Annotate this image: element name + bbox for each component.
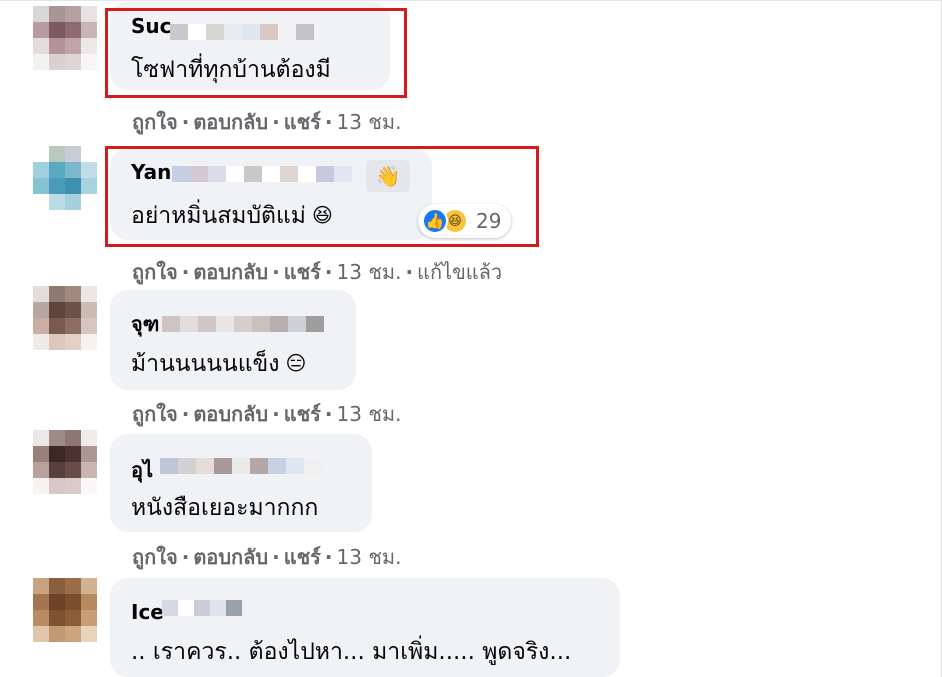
like-action[interactable]: ถูกใจ	[132, 545, 178, 569]
redacted-name-blur	[172, 166, 352, 182]
avatar[interactable]	[33, 578, 97, 642]
avatar[interactable]	[33, 286, 97, 350]
author-name[interactable]: Ice	[131, 600, 164, 624]
timestamp[interactable]: 13 ชม.	[337, 260, 402, 284]
redacted-name-blur	[160, 458, 322, 474]
timestamp[interactable]: 13 ชม.	[337, 545, 402, 569]
like-action[interactable]: ถูกใจ	[132, 402, 178, 426]
redacted-name-blur	[170, 24, 314, 40]
reply-action[interactable]: ตอบกลับ	[193, 545, 268, 569]
edited-label[interactable]: แก้ไขแล้ว	[417, 260, 502, 284]
avatar[interactable]	[33, 146, 97, 210]
expressionless-emoji-icon: 😑	[285, 351, 307, 375]
reply-action[interactable]: ตอบกลับ	[193, 260, 268, 284]
share-action[interactable]: แชร์	[284, 260, 321, 284]
timestamp[interactable]: 13 ชม.	[337, 402, 402, 426]
comment-text-content: อย่าหมิ่นสมบัติแม่	[131, 203, 306, 229]
comment-text: โซฟาที่ทุกบ้านต้องมี	[131, 57, 331, 83]
comment-text: อย่าหมิ่นสมบัติแม่ 😆	[131, 198, 333, 234]
comment-text-content: ม้านนนนนแข็ง	[131, 351, 280, 377]
like-action[interactable]: ถูกใจ	[132, 260, 178, 284]
comment-text: .. เราควร.. ต้องไปหา... มาเพิ่ม..... พูด…	[131, 639, 572, 665]
avatar[interactable]	[33, 6, 97, 70]
redacted-name-blur	[162, 600, 242, 616]
author-name[interactable]: Suc	[131, 14, 172, 38]
reaction-count: 29	[476, 209, 502, 233]
timestamp[interactable]: 13 ชม.	[337, 110, 402, 134]
author-name[interactable]: Yan	[131, 160, 171, 184]
comment-actions: ถูกใจ · ตอบกลับ · แชร์ · 13 ชม.	[132, 545, 402, 569]
author-name[interactable]: จุฑ	[131, 308, 159, 340]
like-icon: 👍	[422, 208, 448, 234]
comment-actions: ถูกใจ · ตอบกลับ · แชร์ · 13 ชม.	[132, 110, 402, 134]
avatar[interactable]	[33, 430, 97, 494]
comment-actions: ถูกใจ · ตอบกลับ · แชร์ · 13 ชม. · แก้ไขแล้ว	[132, 260, 503, 284]
comment-bubble: จุฑ ม้านนนนนแข็ง 😑	[110, 290, 356, 390]
comment-actions: ถูกใจ · ตอบกลับ · แชร์ · 13 ชม.	[132, 402, 402, 426]
share-action[interactable]: แชร์	[284, 110, 321, 134]
reply-action[interactable]: ตอบกลับ	[193, 402, 268, 426]
wave-hand-icon: 👋	[366, 160, 410, 192]
redacted-name-blur	[162, 316, 324, 332]
share-action[interactable]: แชร์	[284, 545, 321, 569]
top-divider	[0, 0, 942, 1]
share-action[interactable]: แชร์	[284, 402, 321, 426]
comment-bubble: Ice .. เราควร.. ต้องไปหา... มาเพิ่ม.....…	[110, 578, 620, 677]
comment-text: หนังสือเยอะมากกก	[131, 495, 319, 521]
comment-bubble: Suc โซฟาที่ทุกบ้านต้องมี	[110, 2, 390, 90]
reply-action[interactable]: ตอบกลับ	[193, 110, 268, 134]
author-name[interactable]: อุไ	[131, 454, 153, 486]
like-action[interactable]: ถูกใจ	[132, 110, 178, 134]
laughing-emoji-icon: 😆	[311, 203, 333, 227]
comment-bubble: อุไ หนังสือเยอะมากกก	[110, 434, 372, 532]
reaction-summary[interactable]: 👍 😆 29	[418, 204, 512, 238]
comment-text: ม้านนนนนแข็ง 😑	[131, 346, 306, 382]
